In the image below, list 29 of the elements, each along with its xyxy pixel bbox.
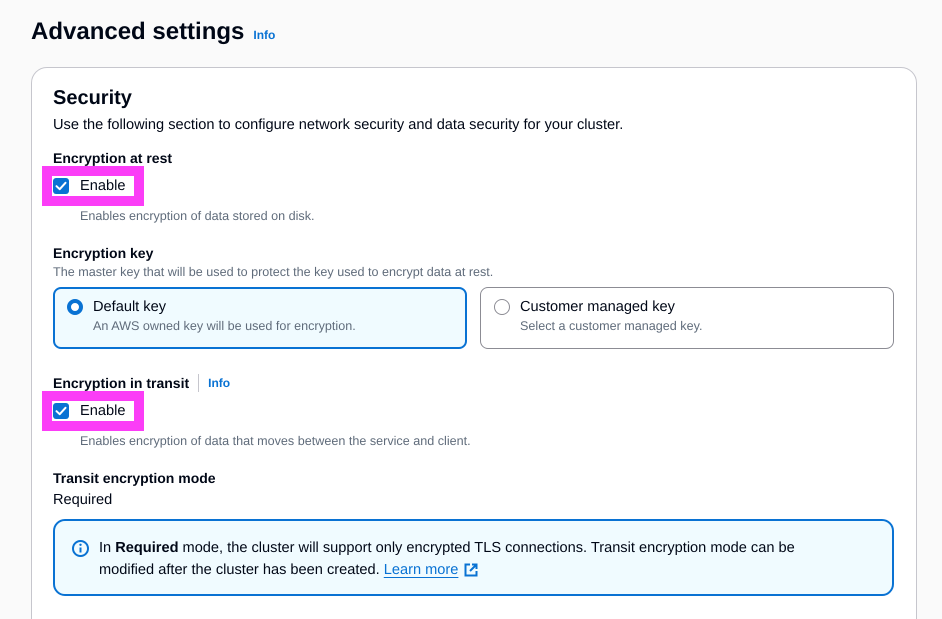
radio-button[interactable] bbox=[494, 299, 510, 315]
alert-message: In Required mode, the cluster will support only encrypted TLS connections. Transit encryption mode can be modified after the cluster has been created. Learn more bbox=[99, 537, 851, 581]
option-label: Default key bbox=[93, 298, 168, 317]
option-label: Customer managed key bbox=[520, 298, 676, 317]
checkbox-description: Enables encryption of data stored on disk. bbox=[80, 208, 316, 224]
field-label: Encryption in transit bbox=[53, 374, 190, 392]
checkbox-label[interactable]: Enable bbox=[80, 401, 126, 421]
option-description: Select a customer managed key. bbox=[520, 318, 702, 334]
section-title: Security bbox=[53, 86, 133, 110]
option-description: An AWS owned key will be used for encryption. bbox=[93, 318, 356, 334]
info-link[interactable]: Info bbox=[208, 375, 230, 391]
field-label: Encryption at rest bbox=[53, 149, 172, 167]
option-tile[interactable]: Default key An AWS owned key will be used for encryption. bbox=[53, 287, 467, 349]
checkbox[interactable] bbox=[53, 403, 69, 419]
page-title: Advanced settings bbox=[31, 17, 244, 47]
field-value: Required bbox=[53, 491, 114, 510]
field-description: The master key that will be used to protect the key used to encrypt data at rest. bbox=[53, 264, 494, 280]
checkbox[interactable] bbox=[53, 178, 69, 194]
info-icon bbox=[72, 540, 89, 557]
external-link-icon bbox=[464, 563, 478, 577]
checkbox-label[interactable]: Enable bbox=[80, 176, 126, 196]
field-label: Transit encryption mode bbox=[53, 469, 216, 487]
option-tile[interactable]: Customer managed key Select a customer managed key. bbox=[480, 287, 894, 349]
radio-button[interactable] bbox=[67, 299, 83, 315]
learn-more-link[interactable]: Learn more bbox=[384, 559, 478, 581]
section-description: Use the following section to configure network security and data security for your cluster. bbox=[53, 116, 624, 135]
info-link[interactable]: Info bbox=[253, 27, 276, 43]
field-label: Encryption key bbox=[53, 244, 154, 262]
checkbox-description: Enables encryption of data that moves between the service and client. bbox=[80, 433, 472, 449]
